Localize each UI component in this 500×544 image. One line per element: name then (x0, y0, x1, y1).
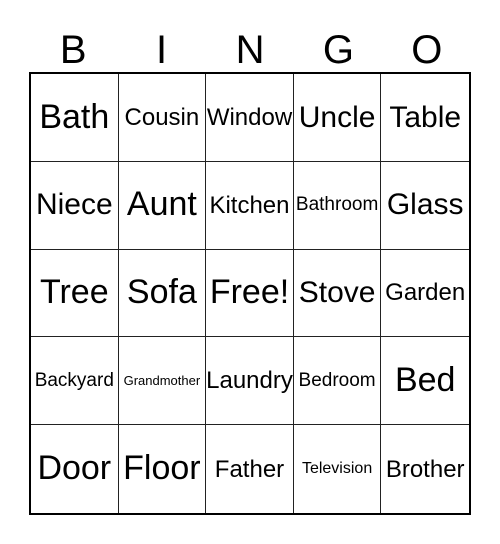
bingo-cell-label: Stove (298, 276, 376, 310)
bingo-cell[interactable]: Uncle (293, 74, 382, 162)
header-letter-i: I (156, 28, 168, 72)
bingo-cell-label: Bath (39, 97, 110, 136)
bingo-cell[interactable]: Grandmother (118, 337, 207, 426)
bingo-cell[interactable]: Garden (381, 249, 469, 338)
bingo-cell[interactable]: Bedroom (293, 337, 382, 426)
bingo-cell-label: Cousin (124, 103, 200, 131)
bingo-cell-label: Bed (394, 360, 456, 399)
header-letter-o: O (411, 28, 443, 72)
header-letter-b: B (59, 28, 87, 72)
bingo-cell[interactable]: Tree (31, 249, 119, 338)
bingo-cell-label: Garden (385, 279, 466, 307)
bingo-cell[interactable]: Bathroom (293, 161, 382, 250)
bingo-cell-label: Window (206, 103, 293, 131)
header-letter-n: N (235, 28, 265, 72)
bingo-cell-label: Glass (386, 188, 464, 222)
bingo-cell-label: Brother (385, 455, 465, 483)
bingo-cell[interactable]: Sofa (118, 249, 207, 338)
bingo-cell-label: Backyard (34, 369, 114, 391)
bingo-grid: Bath Cousin Window Uncle Table Niece Aun… (29, 72, 471, 515)
bingo-cell[interactable]: Brother (381, 425, 469, 513)
bingo-cell-label: Niece (35, 188, 113, 222)
bingo-cell-label: Kitchen (209, 191, 290, 219)
bingo-cell-label: Door (37, 449, 112, 488)
bingo-free-space-cell[interactable]: Free! (206, 249, 294, 338)
bingo-cell[interactable]: Father (206, 425, 294, 513)
bingo-free-space-label: Free! (209, 273, 290, 312)
bingo-cell[interactable]: Floor (118, 425, 207, 513)
bingo-cell-label: Grandmother (123, 372, 201, 388)
bingo-cell-label: Uncle (298, 100, 376, 134)
bingo-cell[interactable]: Table (381, 74, 469, 162)
bingo-cell-label: Aunt (126, 185, 197, 224)
bingo-cell[interactable]: Laundry (206, 337, 294, 426)
bingo-cell[interactable]: Door (31, 425, 119, 513)
bingo-cell[interactable]: Bath (31, 74, 119, 162)
bingo-cell[interactable]: Aunt (118, 161, 207, 250)
bingo-cell-label: Table (389, 100, 462, 134)
bingo-cell[interactable]: Stove (293, 249, 382, 338)
bingo-cell-label: Sofa (126, 273, 197, 312)
bingo-cell-label: Tree (39, 273, 109, 312)
bingo-cell-label: Father (214, 455, 285, 483)
bingo-cell[interactable]: Backyard (31, 337, 119, 426)
bingo-cell-label: Television (301, 459, 373, 477)
bingo-cell[interactable]: Television (293, 425, 382, 513)
bingo-cell-label: Floor (123, 449, 201, 488)
bingo-cell-label: Laundry (206, 367, 293, 395)
bingo-cell[interactable]: Bed (381, 337, 469, 426)
bingo-card: B I N G O Bath Cousin Window Uncle Table… (0, 0, 500, 544)
bingo-cell[interactable]: Window (206, 74, 294, 162)
bingo-cell[interactable]: Cousin (118, 74, 207, 162)
bingo-cell-label: Bathroom (295, 194, 379, 216)
bingo-cell[interactable]: Kitchen (206, 161, 294, 250)
header-letter-g: G (322, 28, 354, 72)
bingo-cell-label: Bedroom (298, 369, 376, 391)
bingo-cell[interactable]: Glass (381, 161, 469, 250)
bingo-header-row: B I N G O (29, 22, 471, 72)
bingo-cell[interactable]: Niece (31, 161, 119, 250)
